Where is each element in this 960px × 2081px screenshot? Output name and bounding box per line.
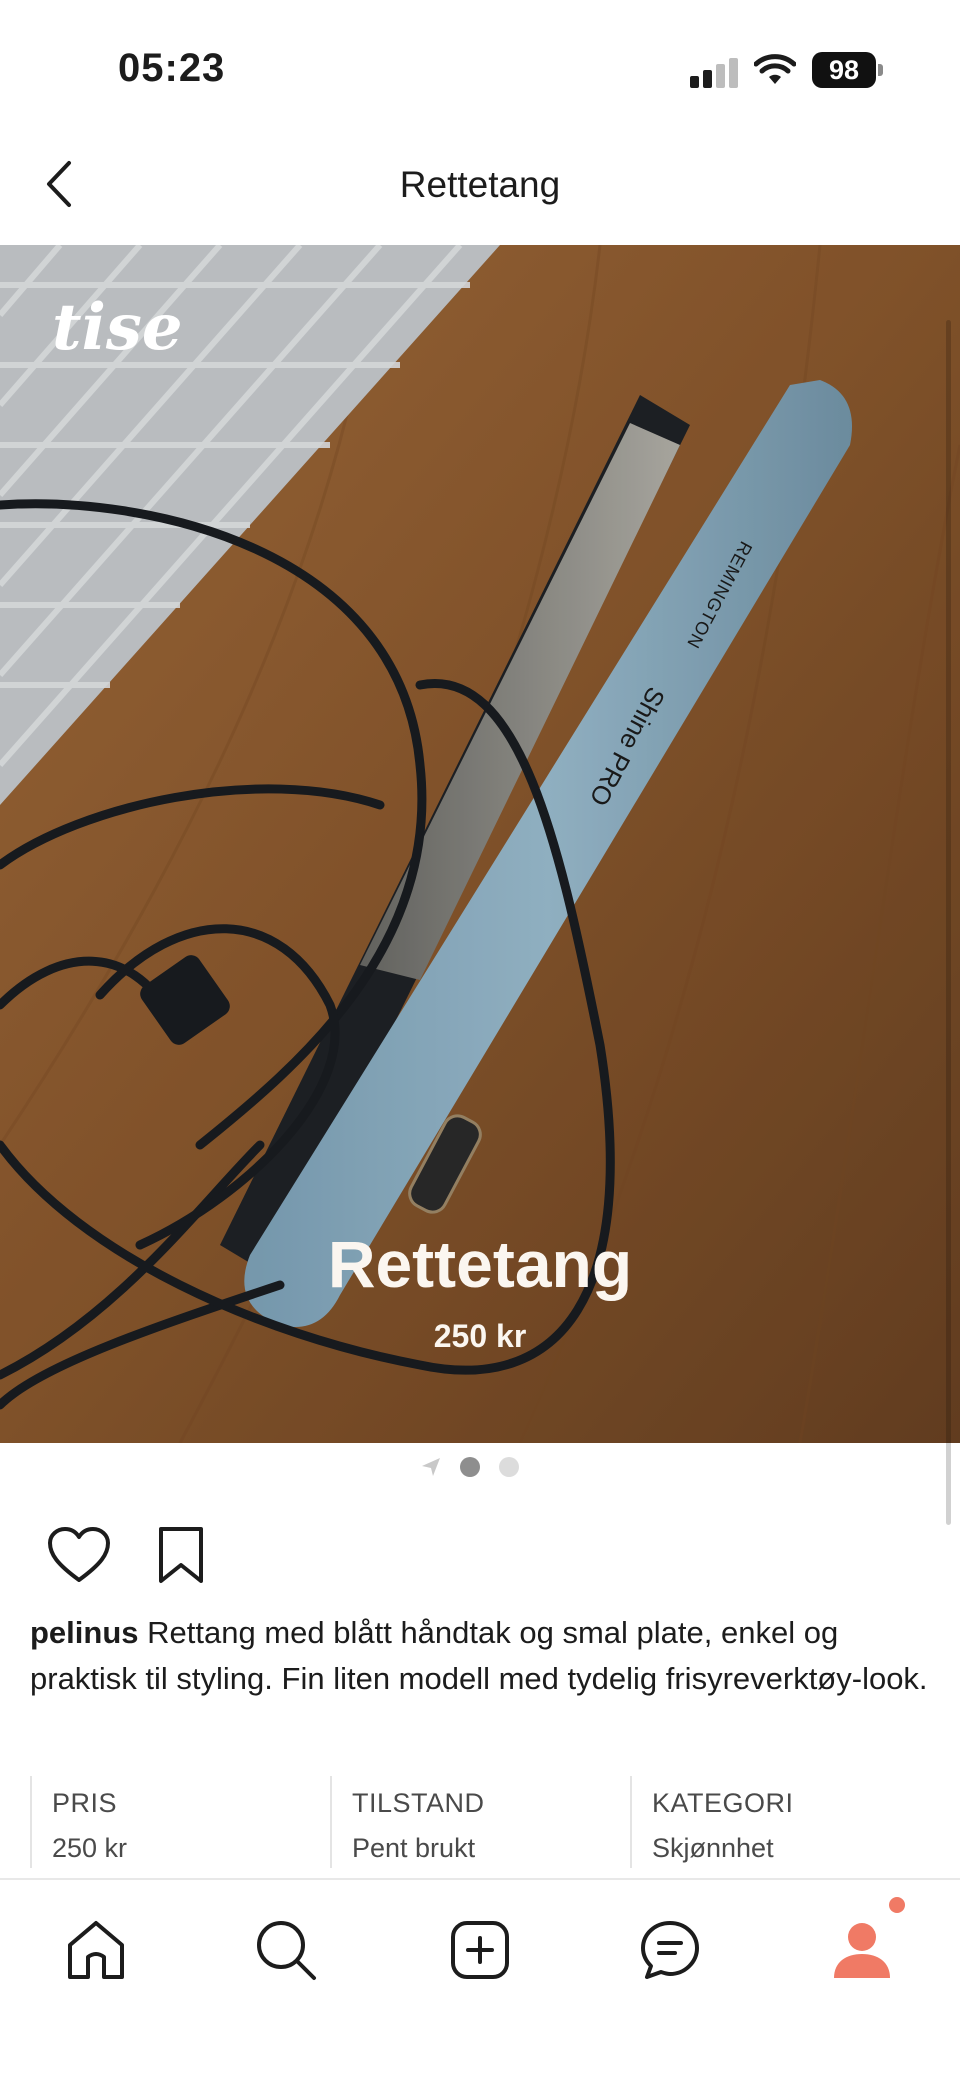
heart-icon xyxy=(48,1527,110,1582)
battery-tip xyxy=(878,64,883,76)
post-actions xyxy=(44,1520,344,1590)
wifi-icon xyxy=(754,54,796,84)
tab-profile[interactable] xyxy=(822,1910,902,1990)
chat-icon xyxy=(641,1921,699,1979)
plus-square-icon xyxy=(451,1921,509,1979)
detail-value: 250 kr xyxy=(52,1833,128,1863)
pagination-dot-2[interactable] xyxy=(499,1457,519,1477)
save-button[interactable] xyxy=(146,1520,216,1590)
detail-category[interactable]: KATEGORI Skjønnhet xyxy=(630,1776,930,1868)
bottom-tab-bar xyxy=(0,1878,960,2081)
notification-badge xyxy=(889,1897,905,1913)
detail-label: KATEGORI xyxy=(652,1788,794,1818)
image-pagination xyxy=(0,1452,960,1482)
tab-messages[interactable] xyxy=(630,1910,710,1990)
battery-indicator: 98 xyxy=(812,52,876,88)
page-title: Rettetang xyxy=(399,164,561,205)
scrollbar[interactable] xyxy=(946,320,951,1525)
image-overlay-title: Rettetang xyxy=(327,1227,633,1301)
top-nav: Rettetang xyxy=(0,140,960,240)
location-arrow-icon xyxy=(422,1458,440,1476)
tab-search[interactable] xyxy=(246,1910,326,1990)
status-bar: 05:23 98 xyxy=(0,0,960,130)
seller-username[interactable]: pelinus xyxy=(30,1615,139,1650)
bookmark-icon xyxy=(159,1527,203,1583)
brand-logo: tise xyxy=(52,290,183,365)
description-text: Rettang med blått håndtak og smal plate,… xyxy=(30,1615,928,1696)
user-icon xyxy=(834,1923,890,1978)
like-button[interactable] xyxy=(44,1520,114,1590)
search-icon xyxy=(257,1921,316,1980)
product-description: pelinus Rettang med blått håndtak og sma… xyxy=(30,1610,930,1702)
detail-price: PRIS 250 kr xyxy=(30,1776,330,1868)
tab-add-listing[interactable] xyxy=(440,1910,520,1990)
cellular-signal-icon xyxy=(690,58,738,88)
tab-home[interactable] xyxy=(56,1910,136,1990)
detail-condition: TILSTAND Pent brukt xyxy=(330,1776,630,1868)
pagination-dot-1[interactable] xyxy=(460,1457,480,1477)
detail-value: Pent brukt xyxy=(352,1833,476,1863)
status-time: 05:23 xyxy=(118,46,226,90)
product-details: PRIS 250 kr TILSTAND Pent brukt KATEGORI… xyxy=(30,1776,930,1868)
detail-label: PRIS xyxy=(52,1788,118,1818)
home-icon xyxy=(68,1921,124,1979)
detail-value: Skjønnhet xyxy=(652,1833,774,1863)
detail-label: TILSTAND xyxy=(352,1788,485,1818)
image-overlay-price: 250 kr xyxy=(433,1318,527,1354)
